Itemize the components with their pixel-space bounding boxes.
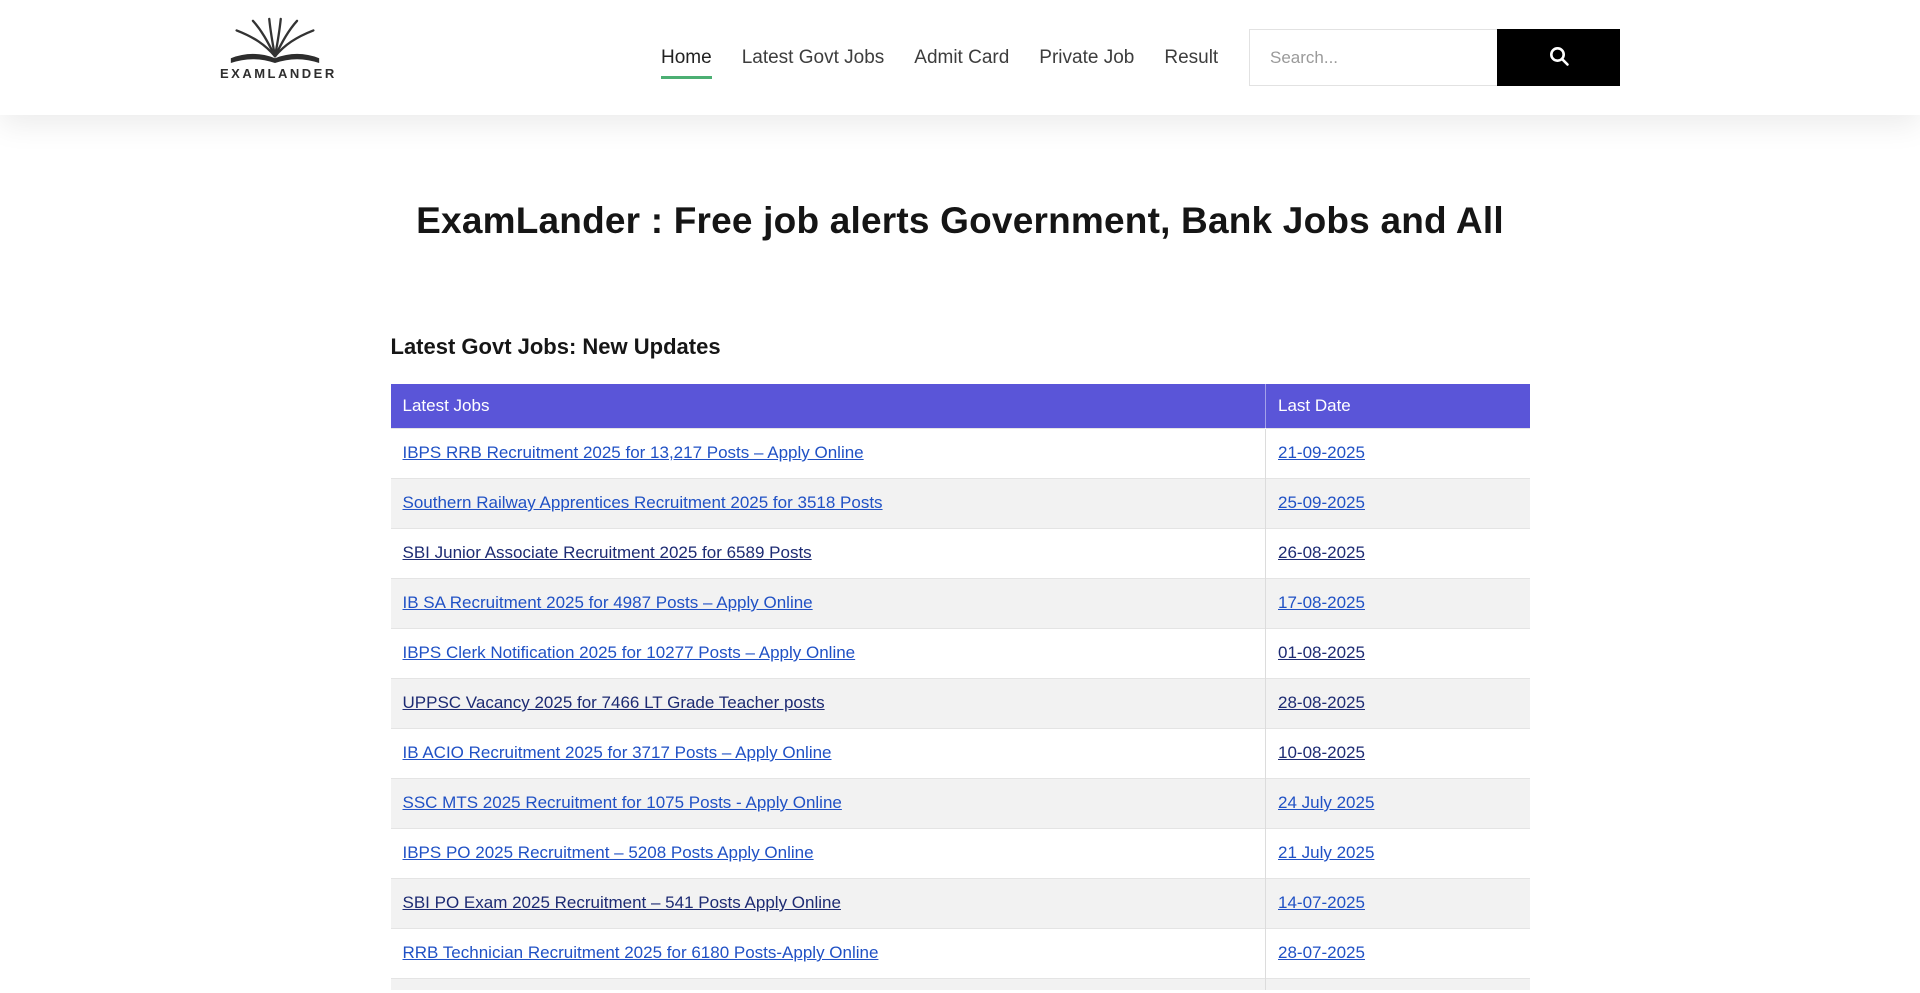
- job-cell: RRB Technician Recruitment 2025 for 6180…: [391, 928, 1266, 978]
- date-cell: 17-08-2025: [1266, 578, 1530, 628]
- table-row: Southern Railway Apprentices Recruitment…: [391, 478, 1530, 528]
- table-row: IBPS RRB Recruitment 2025 for 13,217 Pos…: [391, 428, 1530, 478]
- date-cell: 21-09-2025: [1266, 428, 1530, 478]
- job-cell: SBI PO Exam 2025 Recruitment – 541 Posts…: [391, 878, 1266, 928]
- date-cell: 25-09-2025: [1266, 478, 1530, 528]
- date-cell: 14-07-2025: [1266, 878, 1530, 928]
- date-link[interactable]: 28-07-2025: [1278, 943, 1365, 962]
- date-cell: 28-08-2025: [1266, 678, 1530, 728]
- date-link[interactable]: 21-09-2025: [1278, 443, 1365, 462]
- job-cell: IBPS Clerk Notification 2025 for 10277 P…: [391, 628, 1266, 678]
- date-cell: [1266, 978, 1530, 990]
- table-header-row: Latest Jobs Last Date: [391, 384, 1530, 428]
- nav-item-result[interactable]: Result: [1164, 41, 1218, 75]
- date-link[interactable]: 14-07-2025: [1278, 893, 1365, 912]
- date-link[interactable]: 26-08-2025: [1278, 543, 1365, 562]
- table-row: SSC MTS 2025 Recruitment for 1075 Posts …: [391, 778, 1530, 828]
- job-link[interactable]: IB SA Recruitment 2025 for 4987 Posts – …: [403, 593, 813, 612]
- date-link[interactable]: 21 July 2025: [1278, 843, 1374, 862]
- table-row: IB ACIO Recruitment 2025 for 3717 Posts …: [391, 728, 1530, 778]
- table-row: UPPSC Vacancy 2025 for 7466 LT Grade Tea…: [391, 678, 1530, 728]
- date-cell: 01-08-2025: [1266, 628, 1530, 678]
- section-heading: Latest Govt Jobs: New Updates: [391, 334, 1530, 360]
- search-area: [1249, 29, 1620, 86]
- nav-item-private-job[interactable]: Private Job: [1039, 41, 1134, 75]
- main-content: ExamLander : Free job alerts Government,…: [0, 200, 1920, 990]
- date-link[interactable]: 10-08-2025: [1278, 743, 1365, 762]
- main-nav: Home Latest Govt Jobs Admit Card Private Jo…: [661, 0, 1218, 115]
- date-cell: 24 July 2025: [1266, 778, 1530, 828]
- nav-item-home[interactable]: Home: [661, 41, 712, 75]
- job-link[interactable]: IB ACIO Recruitment 2025 for 3717 Posts …: [403, 743, 832, 762]
- job-cell: IB SA Recruitment 2025 for 4987 Posts – …: [391, 578, 1266, 628]
- nav-item-admit-card[interactable]: Admit Card: [914, 41, 1009, 75]
- job-cell: Southern Railway Apprentices Recruitment…: [391, 478, 1266, 528]
- job-link[interactable]: IBPS PO 2025 Recruitment – 5208 Posts Ap…: [403, 843, 814, 862]
- job-link[interactable]: IBPS RRB Recruitment 2025 for 13,217 Pos…: [403, 443, 864, 462]
- search-icon: [1547, 44, 1571, 71]
- job-link[interactable]: SBI PO Exam 2025 Recruitment – 541 Posts…: [403, 893, 841, 912]
- nav-item-latest-govt-jobs[interactable]: Latest Govt Jobs: [742, 41, 885, 75]
- job-link[interactable]: Southern Railway Apprentices Recruitment…: [403, 493, 883, 512]
- job-cell: UPPSC Vacancy 2025 for 7466 LT Grade Tea…: [391, 678, 1266, 728]
- date-link[interactable]: 01-08-2025: [1278, 643, 1365, 662]
- date-cell: 26-08-2025: [1266, 528, 1530, 578]
- date-cell: 10-08-2025: [1266, 728, 1530, 778]
- jobs-table: Latest Jobs Last Date IBPS RRB Recruitme…: [391, 384, 1530, 990]
- date-cell: 28-07-2025: [1266, 928, 1530, 978]
- job-cell: [391, 978, 1266, 990]
- search-input[interactable]: [1249, 29, 1497, 86]
- job-link[interactable]: RRB Technician Recruitment 2025 for 6180…: [403, 943, 879, 962]
- job-link[interactable]: IBPS Clerk Notification 2025 for 10277 P…: [403, 643, 856, 662]
- date-link[interactable]: 28-08-2025: [1278, 693, 1365, 712]
- table-row: SBI PO Exam 2025 Recruitment – 541 Posts…: [391, 878, 1530, 928]
- page-title: ExamLander : Free job alerts Government,…: [0, 200, 1920, 242]
- open-book-logo-icon: [220, 16, 330, 64]
- table-row: IB SA Recruitment 2025 for 4987 Posts – …: [391, 578, 1530, 628]
- job-cell: SSC MTS 2025 Recruitment for 1075 Posts …: [391, 778, 1266, 828]
- job-link[interactable]: SSC MTS 2025 Recruitment for 1075 Posts …: [403, 793, 842, 812]
- column-header-last-date: Last Date: [1266, 384, 1530, 428]
- date-cell: 21 July 2025: [1266, 828, 1530, 878]
- job-link[interactable]: SBI Junior Associate Recruitment 2025 fo…: [403, 543, 812, 562]
- table-row: IBPS Clerk Notification 2025 for 10277 P…: [391, 628, 1530, 678]
- column-header-latest-jobs: Latest Jobs: [391, 384, 1266, 428]
- job-cell: IB ACIO Recruitment 2025 for 3717 Posts …: [391, 728, 1266, 778]
- job-cell: SBI Junior Associate Recruitment 2025 fo…: [391, 528, 1266, 578]
- table-row: SBI Junior Associate Recruitment 2025 fo…: [391, 528, 1530, 578]
- job-link[interactable]: UPPSC Vacancy 2025 for 7466 LT Grade Tea…: [403, 693, 825, 712]
- job-cell: IBPS RRB Recruitment 2025 for 13,217 Pos…: [391, 428, 1266, 478]
- table-row-partial: [391, 978, 1530, 990]
- table-row: IBPS PO 2025 Recruitment – 5208 Posts Ap…: [391, 828, 1530, 878]
- date-link[interactable]: 24 July 2025: [1278, 793, 1374, 812]
- job-cell: IBPS PO 2025 Recruitment – 5208 Posts Ap…: [391, 828, 1266, 878]
- table-row: RRB Technician Recruitment 2025 for 6180…: [391, 928, 1530, 978]
- date-link[interactable]: 25-09-2025: [1278, 493, 1365, 512]
- site-header: EXAMLANDER Home Latest Govt Jobs Admit Car…: [0, 0, 1920, 115]
- site-logo[interactable]: EXAMLANDER: [220, 16, 330, 81]
- date-link[interactable]: 17-08-2025: [1278, 593, 1365, 612]
- logo-text: EXAMLANDER: [220, 66, 330, 81]
- search-button[interactable]: [1497, 29, 1620, 86]
